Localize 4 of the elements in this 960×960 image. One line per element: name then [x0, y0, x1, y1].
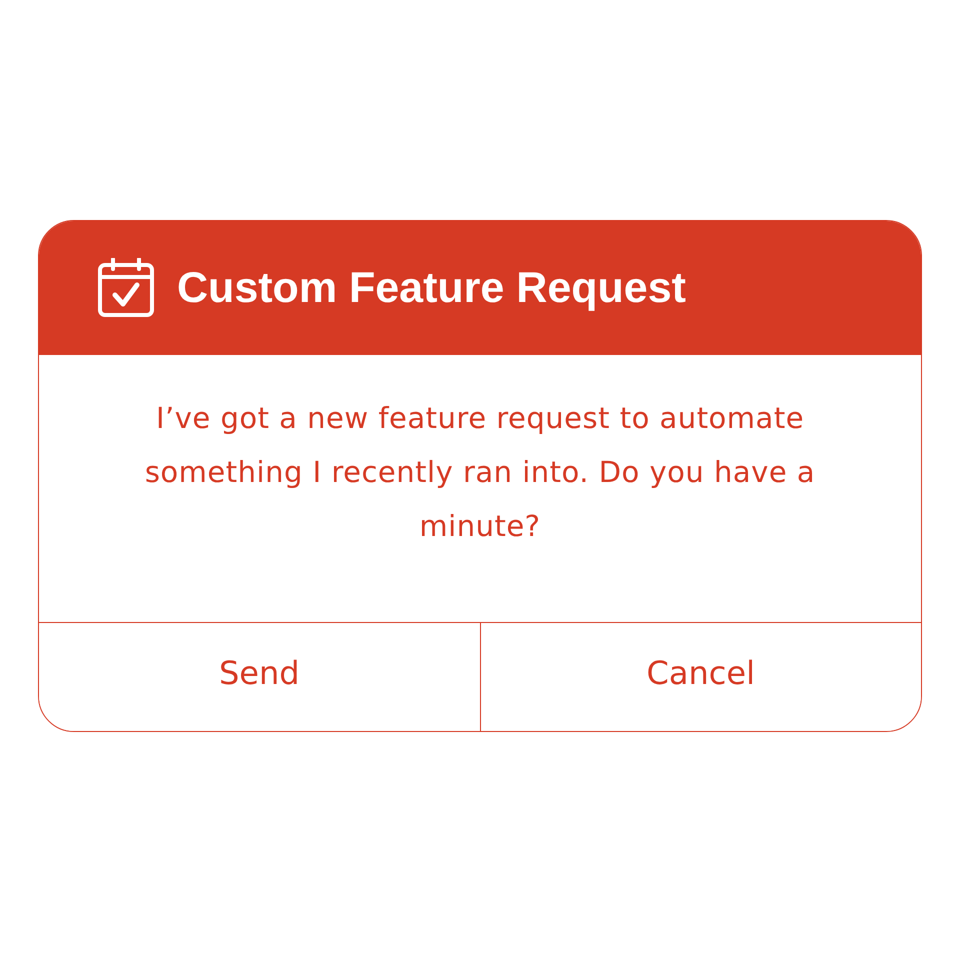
calendar-check-icon: [97, 258, 155, 318]
cancel-button[interactable]: Cancel: [480, 623, 921, 731]
dialog-message: I’ve got a new feature request to automate something I recently ran into. Do you have a minute?: [144, 400, 816, 545]
dialog-title: Custom Feature Request: [177, 264, 686, 312]
